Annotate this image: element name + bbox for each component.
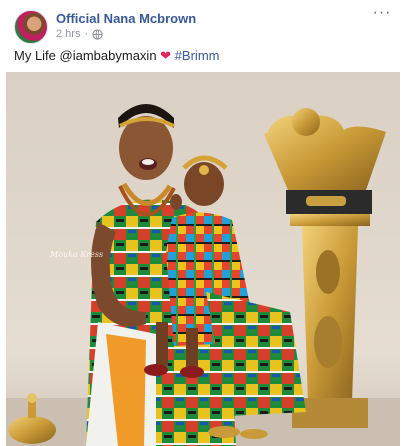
photo-watermark: Mouka Kress: [50, 250, 104, 259]
post-caption: My Life @iambabymaxin ❤ #Brimm: [14, 48, 219, 64]
post-timestamp[interactable]: 2 hrs: [56, 28, 80, 40]
facebook-post: Official Nana Mcbrown 2 hrs · ··· My Lif…: [0, 0, 406, 446]
globe-icon[interactable]: [92, 28, 103, 40]
post-photo[interactable]: Mouka Kress: [6, 72, 400, 446]
caption-text: My Life: [14, 48, 56, 63]
more-options-button[interactable]: ···: [370, 5, 394, 24]
author-name-link[interactable]: Official Nana Mcbrown: [56, 11, 196, 26]
meta-separator: ·: [84, 28, 89, 40]
author-avatar[interactable]: [14, 10, 48, 44]
post-meta: 2 hrs ·: [56, 28, 103, 40]
photo-illustration: [6, 72, 400, 446]
mention-link[interactable]: @iambabymaxin: [60, 48, 157, 63]
heart-emoji: ❤: [160, 48, 172, 63]
hashtag-link[interactable]: #Brimm: [175, 48, 220, 63]
post-header: Official Nana Mcbrown 2 hrs · ···: [0, 0, 406, 46]
